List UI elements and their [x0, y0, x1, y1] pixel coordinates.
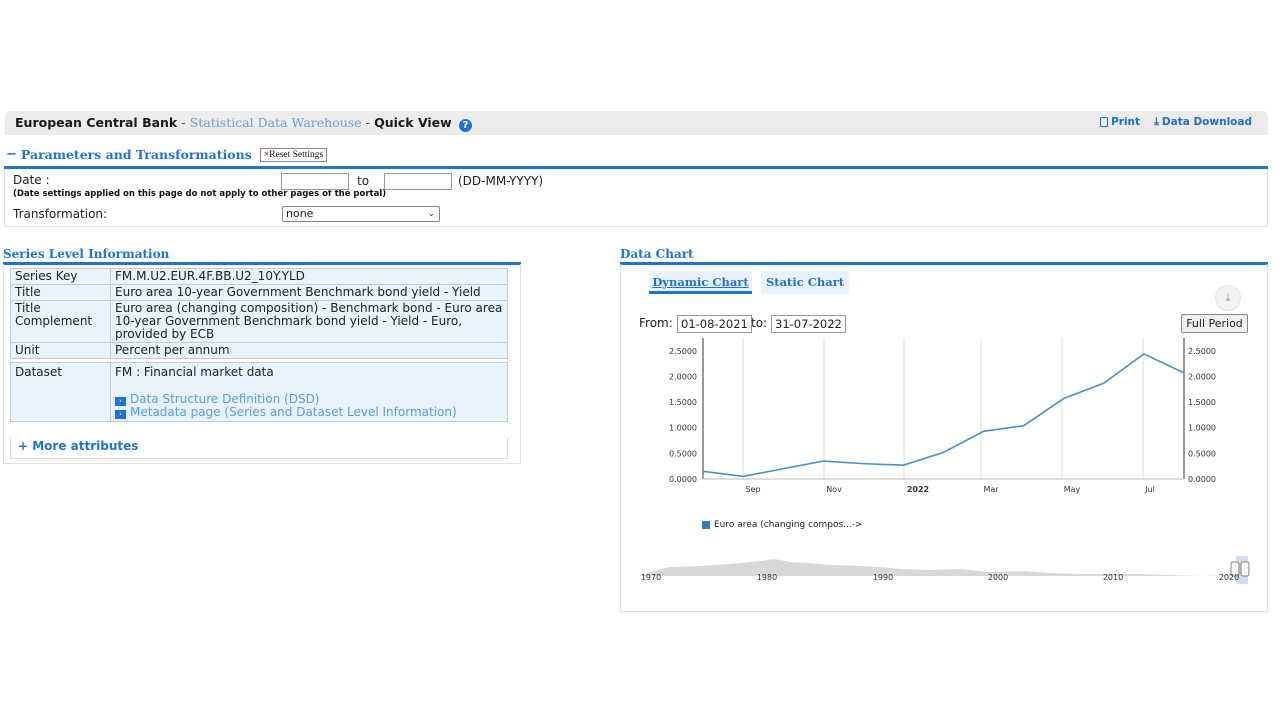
- x-tick-label: Nov: [826, 485, 842, 494]
- y-tick-label: 1.5000: [1188, 398, 1216, 407]
- y-tick-label: 2.5000: [1188, 347, 1216, 356]
- y-tick-label: 0.5000: [1188, 449, 1216, 458]
- x-tick-label: Mar: [983, 485, 999, 494]
- y-tick-label: 0.0000: [1188, 475, 1216, 484]
- y-tick-label: 0.5000: [669, 449, 697, 458]
- y-tick-label: 2.0000: [1188, 372, 1216, 381]
- navigator-area: [640, 559, 1248, 576]
- navigator-label: 2010: [1103, 573, 1123, 582]
- line-chart[interactable]: 0.0000 0.0000 0.5000 0.5000 1.0000 1.0000 1.50…: [0, 0, 1280, 720]
- navigator-label: 1980: [757, 573, 777, 582]
- y-tick-label: 0.0000: [669, 475, 697, 484]
- navigator-label: 1970: [641, 573, 661, 582]
- x-tick-label: Jul: [1144, 485, 1155, 494]
- x-tick-label: 2022: [907, 485, 929, 494]
- y-tick-label: 1.0000: [669, 424, 697, 433]
- navigator-label: 1990: [873, 573, 893, 582]
- navigator-label: 2000: [988, 573, 1008, 582]
- x-tick-label: May: [1064, 485, 1081, 494]
- series-line: [702, 352, 1185, 478]
- y-tick-label: 1.0000: [1188, 424, 1216, 433]
- navigator-handle: [1240, 561, 1250, 577]
- navigator-label: 2020: [1219, 573, 1239, 582]
- x-tick-label: Sep: [745, 485, 760, 494]
- y-tick-label: 2.5000: [669, 347, 697, 356]
- y-tick-label: 1.5000: [669, 398, 697, 407]
- y-tick-label: 2.0000: [669, 372, 697, 381]
